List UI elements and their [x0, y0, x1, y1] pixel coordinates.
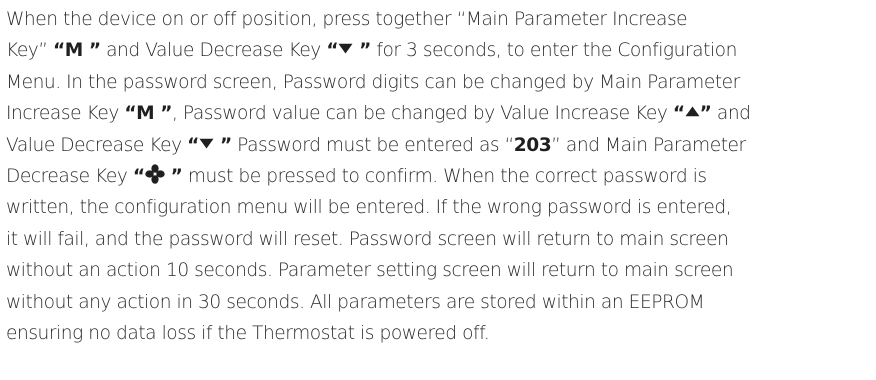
paragraph-line-7: written, the configuration menu will be …	[6, 197, 732, 219]
instruction-paragraph: When the device on or off position, pres…	[6, 4, 872, 349]
quote-close: ”	[164, 165, 183, 187]
m-key-label: “M ”	[124, 103, 172, 125]
m-key-label: “M ”	[53, 40, 101, 62]
quote-open: “	[187, 134, 199, 156]
text-run: must be pressed to confirm. When the cor…	[182, 165, 707, 187]
text-run: Password must be entered as “	[231, 134, 514, 156]
quote-close: ”	[353, 40, 371, 62]
paragraph-line-11: ensuring no data loss if the Thermostat …	[6, 322, 490, 344]
text-run: and	[711, 103, 751, 125]
paragraph-line-8: it will fail, and the password will rese…	[6, 228, 729, 250]
text-run: , Password value can be changed by Value…	[172, 103, 673, 125]
triangle-down-icon	[199, 138, 214, 149]
text-run: Key”	[6, 40, 54, 62]
quote-open: “	[132, 165, 145, 187]
paragraph-line-2: Key” “M ” and Value Decrease Key “ ” for…	[6, 35, 872, 66]
text-run: ” and Main Parameter	[551, 134, 746, 156]
text-run: Increase Key	[6, 103, 125, 125]
paragraph-line-3: Menu. In the password screen, Password d…	[6, 71, 740, 93]
fan-icon	[144, 164, 165, 185]
paragraph-line-1: When the device on or off position, pres…	[6, 9, 688, 30]
text-run: and Value Decrease Key	[100, 40, 327, 62]
paragraph-line-5: Value Decrease Key “ ” Password must be …	[6, 130, 872, 161]
paragraph-line-10: without any action in 30 seconds. All pa…	[6, 291, 705, 313]
password-value: 203	[513, 134, 552, 156]
text-run: for 3 seconds, to enter the Configuratio…	[370, 40, 737, 62]
quote-open: “	[326, 40, 339, 62]
paragraph-line-6: Decrease Key “ ” must be pressed to conf…	[6, 161, 872, 192]
text-run: Value Decrease Key	[6, 134, 188, 156]
triangle-up-icon	[685, 106, 700, 117]
paragraph-line-4: Increase Key “M ”, Password value can be…	[6, 98, 872, 129]
text-run: Decrease Key	[6, 165, 133, 187]
quote-close: ”	[213, 134, 232, 156]
quote-close: ”	[699, 103, 712, 125]
paragraph-line-9: without an action 10 seconds. Parameter …	[6, 260, 734, 282]
quote-open: “	[672, 103, 685, 125]
triangle-down-icon	[338, 43, 353, 54]
